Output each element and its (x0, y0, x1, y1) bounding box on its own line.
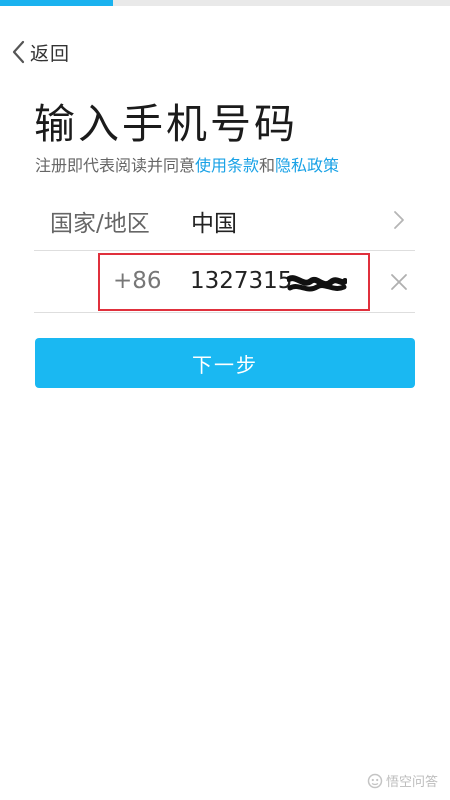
back-label: 返回 (30, 42, 71, 65)
next-button[interactable]: 下一步 (35, 338, 415, 388)
privacy-link[interactable]: 隐私政策 (275, 156, 339, 175)
progress-bar-fill (0, 0, 113, 6)
agreement-prefix: 注册即代表阅读并同意 (35, 156, 196, 175)
divider (34, 312, 415, 313)
redacted-digits (286, 273, 348, 295)
country-code[interactable]: +86 (113, 268, 162, 294)
watermark: 悟空问答 (367, 771, 438, 790)
wukong-logo-icon (367, 773, 383, 789)
progress-bar (0, 0, 450, 6)
page-title: 输入手机号码 (34, 100, 298, 148)
agreement-text: 注册即代表阅读并同意使用条款和隐私政策 (35, 152, 339, 176)
back-button[interactable]: 返回 (10, 38, 70, 66)
chevron-left-icon (10, 40, 28, 64)
close-icon[interactable] (389, 272, 409, 292)
chevron-right-icon (393, 210, 405, 230)
agreement-and: 和 (259, 156, 276, 175)
region-value: 中国 (191, 211, 237, 237)
watermark-text: 悟空问答 (385, 775, 438, 790)
region-selector[interactable]: 国家/地区 中国 (34, 188, 415, 250)
terms-link[interactable]: 使用条款 (195, 156, 259, 175)
region-label: 国家/地区 (50, 211, 150, 237)
